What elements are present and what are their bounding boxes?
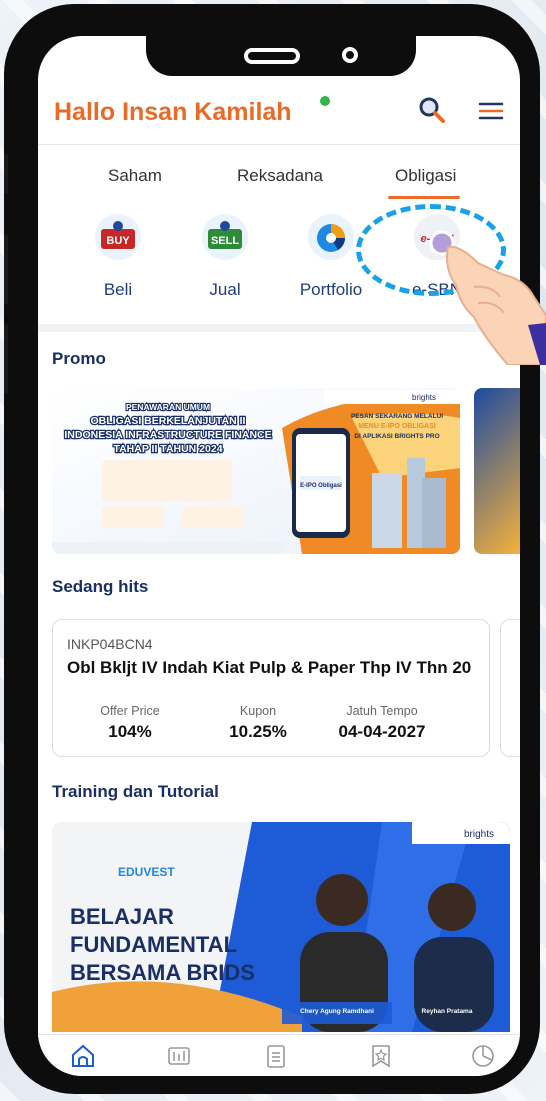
svg-text:INDONESIA INFRASTRUCTURE FINAN: INDONESIA INFRASTRUCTURE FINANCE — [64, 429, 271, 441]
market-icon[interactable] — [166, 1043, 192, 1069]
camera — [342, 47, 358, 63]
svg-text:EDUVEST: EDUVEST — [118, 865, 175, 879]
tab-obligasi[interactable]: Obligasi — [395, 166, 456, 186]
quick-action-label: Beli — [103, 280, 133, 299]
phone-frame: Hallo Insan Kamilah Saham Reksadana Obli… — [4, 4, 540, 1094]
orders-icon[interactable] — [263, 1043, 289, 1069]
svg-text:E-IPO Obligasi: E-IPO Obligasi — [300, 483, 342, 489]
portfolio-pie-icon — [308, 214, 354, 260]
promo-title: Promo — [52, 349, 106, 368]
portfolio-icon[interactable] — [470, 1043, 496, 1069]
search-icon[interactable] — [418, 96, 446, 124]
promo-banner-next[interactable] — [474, 388, 520, 554]
greeting-title: Hallo Insan Kamilah — [54, 98, 292, 126]
stat-jatuh-tempo: Jatuh Tempo 04-04-2027 — [327, 704, 437, 742]
buy-icon: BUY — [95, 214, 141, 260]
home-icon[interactable] — [70, 1043, 96, 1069]
svg-text:BUY: BUY — [106, 235, 130, 247]
svg-text:brights: brights — [464, 829, 494, 840]
promo-banner[interactable]: brights PENAWARAN UMUM OBLIGASI BERKELAN… — [52, 388, 460, 554]
active-tab-indicator — [388, 196, 460, 199]
phone-button — [4, 154, 8, 194]
stat-value: 10.25% — [229, 722, 287, 741]
stat-label: Jatuh Tempo — [346, 704, 418, 718]
phone-button — [4, 234, 8, 304]
tabs: Saham Reksadana Obligasi — [38, 166, 520, 196]
speaker — [244, 48, 300, 64]
svg-text:MENU E-IPO OBLIGASI: MENU E-IPO OBLIGASI — [358, 423, 435, 430]
svg-text:DI APLIKASI BRIGHTS PRO: DI APLIKASI BRIGHTS PRO — [354, 433, 439, 440]
bond-card[interactable]: INKP04BCN4 Obl Bkljt IV Indah Kiat Pulp … — [52, 619, 490, 757]
quick-action-label: Portfolio — [299, 280, 363, 299]
divider — [38, 144, 520, 145]
bond-code: INKP04BCN4 — [67, 636, 153, 652]
stat-offer-price: Offer Price 104% — [75, 704, 185, 742]
svg-text:brights: brights — [412, 393, 436, 402]
svg-text:Reyhan Pratama: Reyhan Pratama — [422, 1008, 473, 1015]
bond-card-next[interactable] — [500, 619, 520, 757]
notch — [146, 36, 416, 76]
stat-value: 04-04-2027 — [338, 722, 426, 741]
svg-text:TAHAP II TAHUN 2024: TAHAP II TAHUN 2024 — [113, 443, 222, 455]
bottom-nav — [38, 1034, 520, 1076]
training-title: Training dan Tutorial — [52, 782, 219, 801]
svg-text:SELL: SELL — [211, 235, 239, 247]
app-screen: Hallo Insan Kamilah Saham Reksadana Obli… — [38, 36, 520, 1076]
header: Hallo Insan Kamilah — [38, 86, 520, 144]
stat-label: Kupon — [239, 704, 277, 718]
stat-value: 104% — [108, 722, 152, 741]
bond-name: Obl Bkljt IV Indah Kiat Pulp & Paper Thp… — [67, 658, 472, 677]
svg-text:FUNDAMENTAL: FUNDAMENTAL — [70, 932, 237, 957]
stat-kupon: Kupon 10.25% — [203, 704, 313, 742]
quick-action-jual[interactable]: SELL Jual — [180, 214, 270, 324]
menu-icon[interactable] — [478, 100, 504, 122]
quick-action-label: Jual — [209, 280, 241, 299]
svg-text:BERSAMA BRIDS: BERSAMA BRIDS — [70, 960, 255, 985]
watchlist-icon[interactable] — [368, 1043, 394, 1069]
svg-text:OBLIGASI BERKELANJUTAN II: OBLIGASI BERKELANJUTAN II — [91, 415, 246, 427]
svg-text:PESAN SEKARANG MELALUI: PESAN SEKARANG MELALUI — [351, 413, 443, 420]
quick-action-beli[interactable]: BUY Beli — [73, 214, 163, 324]
tab-reksadana[interactable]: Reksadana — [237, 166, 323, 186]
svg-text:BELAJAR: BELAJAR — [70, 904, 174, 929]
sell-icon: SELL — [202, 214, 248, 260]
phone-button — [4, 324, 8, 394]
pointing-hand-icon — [429, 230, 546, 365]
hits-title: Sedang hits — [52, 577, 149, 596]
training-banner[interactable]: brights EDUVEST BELAJAR FUNDAMENTAL BERS… — [52, 822, 510, 1032]
svg-text:PENAWARAN UMUM: PENAWARAN UMUM — [126, 402, 210, 412]
svg-text:Chery Agung Ramdhani: Chery Agung Ramdhani — [300, 1008, 374, 1015]
online-status-dot — [320, 96, 330, 106]
stat-label: Offer Price — [100, 704, 160, 718]
tab-saham[interactable]: Saham — [108, 166, 162, 186]
